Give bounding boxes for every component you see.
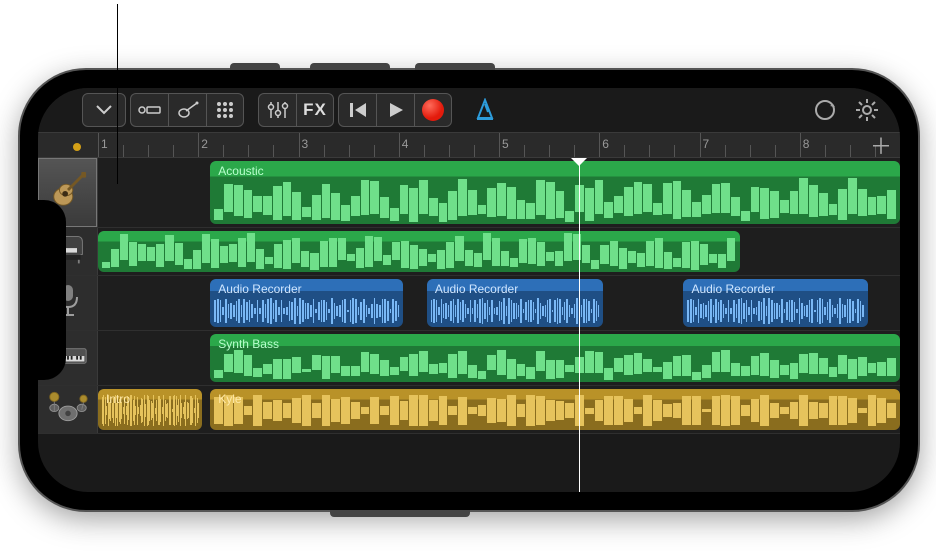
loop-button[interactable] [806, 93, 844, 127]
region-label: Audio Recorder [691, 282, 859, 296]
region[interactable]: Intro [98, 389, 202, 430]
track-row: Acoustic [38, 158, 900, 228]
track-lane[interactable]: Synth Bass [98, 331, 900, 385]
play-button[interactable] [376, 93, 414, 127]
tracks-view-button[interactable] [130, 93, 168, 127]
ruler-bar-number: 4 [402, 137, 409, 151]
callout-pointer-line [117, 4, 118, 184]
metronome-button[interactable] [466, 93, 504, 127]
device-power-button [330, 510, 470, 517]
region[interactable]: Kyle [210, 389, 900, 430]
play-icon [388, 102, 404, 118]
ruler-tick [299, 133, 300, 157]
region-label: Audio Recorder [435, 282, 595, 296]
region[interactable]: Acoustic [210, 161, 900, 224]
ruler-tick [98, 133, 99, 157]
ruler-tick [499, 133, 500, 157]
ruler-tick [198, 133, 199, 157]
toolbar: FX [38, 88, 900, 132]
settings-button[interactable] [848, 93, 886, 127]
ruler-tick [599, 133, 600, 157]
gear-icon [855, 98, 879, 122]
view-mode-group [130, 93, 244, 127]
device-volume-down [415, 63, 495, 70]
region-label: Synth Bass [218, 337, 892, 351]
loop-icon [813, 98, 837, 122]
track-row: Synth Bass [38, 331, 900, 386]
device-frame: FX [20, 70, 918, 510]
transport-group [338, 93, 452, 127]
ruler-bar-number: 6 [602, 137, 609, 151]
region[interactable]: Audio Recorder [210, 279, 402, 327]
track-header-drums[interactable] [38, 386, 98, 433]
ruler-bar-number: 5 [502, 137, 509, 151]
cycle-marker[interactable] [73, 143, 81, 151]
track-lane[interactable]: Audio Recorder Audio Recorder Audio Record… [98, 276, 900, 330]
track-lane[interactable]: Acoustic [98, 158, 900, 227]
rewind-icon [349, 102, 367, 118]
region[interactable]: Audio Recorder [427, 279, 603, 327]
ruler-bar-number: 8 [803, 137, 810, 151]
fx-label: FX [303, 100, 327, 120]
ruler-tick [700, 133, 701, 157]
rewind-button[interactable] [338, 93, 376, 127]
ruler-bar-number: 1 [101, 137, 108, 151]
ruler-bar-number: 7 [703, 137, 710, 151]
region-label: Kyle [218, 392, 892, 406]
ruler-bar-number: 2 [201, 137, 208, 151]
region-label: Audio Recorder [218, 282, 394, 296]
instrument-button[interactable] [168, 93, 206, 127]
region[interactable] [98, 231, 740, 272]
track-row: Audio Recorder Audio Recorder Audio Record… [38, 276, 900, 331]
device-volume-up [310, 63, 390, 70]
ruler-bar-number: 3 [302, 137, 309, 151]
mixer-fx-group: FX [258, 93, 334, 127]
fx-button[interactable]: FX [296, 93, 334, 127]
chevron-down-icon [96, 105, 112, 115]
region-label: Intro [106, 392, 194, 406]
mixer-icon [267, 101, 289, 119]
track-controls-button[interactable] [258, 93, 296, 127]
guitar-icon [177, 101, 199, 119]
track-row [38, 228, 900, 276]
track-row: Intro Kyle [38, 386, 900, 434]
tracks-area: AcousticAudio RecorderAudio RecorderAudi… [38, 158, 900, 492]
track-lane[interactable] [98, 228, 900, 275]
screen: FX [38, 88, 900, 492]
ruler-tick [399, 133, 400, 157]
browser-menu-button[interactable] [82, 93, 126, 127]
region[interactable]: Synth Bass [210, 334, 900, 382]
grid-icon [216, 101, 234, 119]
track-lane[interactable]: Intro Kyle [98, 386, 900, 433]
record-button[interactable] [414, 93, 452, 127]
metronome-icon [473, 98, 497, 122]
drums-icon [47, 391, 89, 428]
region[interactable]: Audio Recorder [683, 279, 867, 327]
loop-browser-button[interactable] [206, 93, 244, 127]
timeline-ruler[interactable]: 1 2 3 4 5 6 7 8 ＋ [38, 132, 900, 158]
add-track-button[interactable]: ＋ [870, 129, 892, 161]
device-notch [38, 200, 66, 380]
region-label: Acoustic [218, 164, 892, 178]
ruler-tick [800, 133, 801, 157]
device-silent-switch [230, 63, 280, 70]
tracks-view-icon [138, 102, 162, 118]
record-icon [422, 99, 444, 121]
